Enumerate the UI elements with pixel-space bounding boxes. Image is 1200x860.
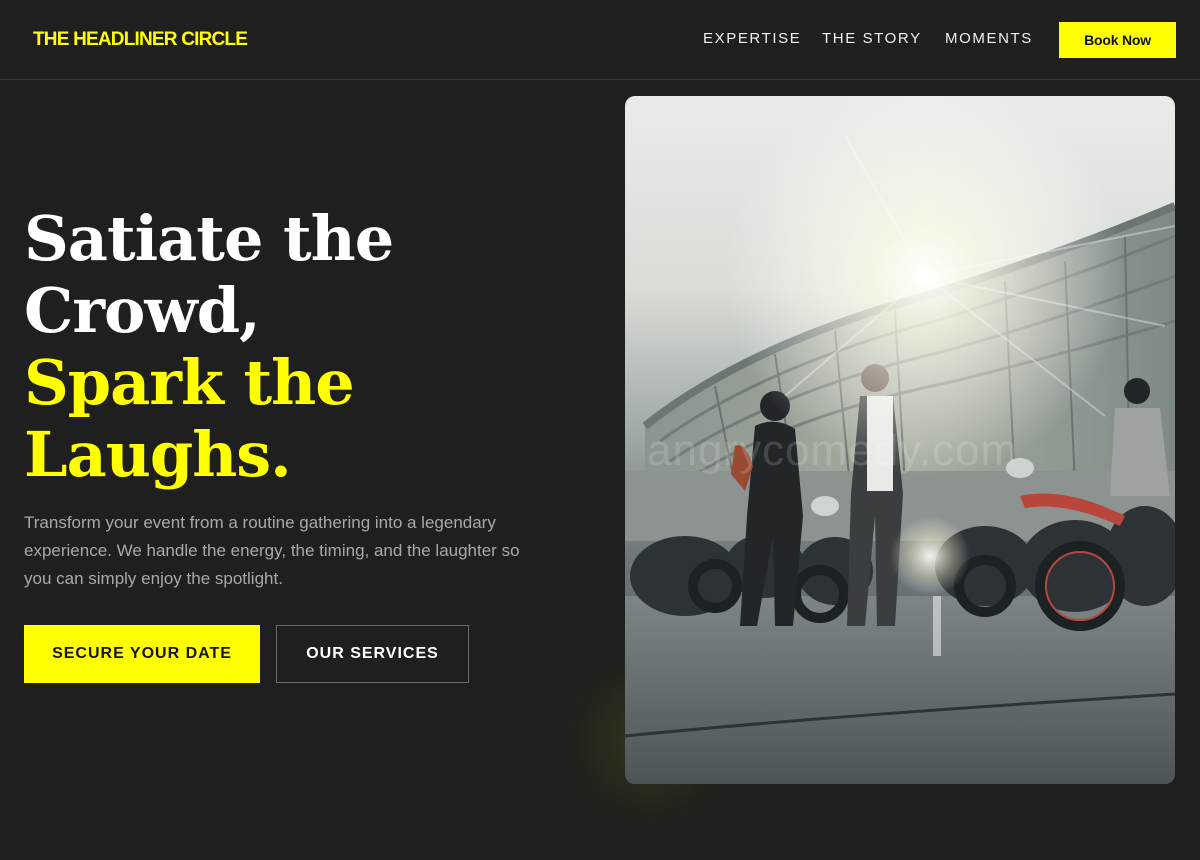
hero-headline: Satiate the Crowd, Spark the Laughs. [24, 203, 464, 491]
book-now-button[interactable]: Book Now [1059, 22, 1176, 58]
image-watermark: angrycomedy.com [647, 426, 1019, 475]
hero-photo: angrycomedy.com [625, 96, 1175, 784]
headline-line-3: Spark the [24, 346, 355, 419]
hero-description: Transform your event from a routine gath… [24, 513, 520, 588]
nav-link-expertise[interactable]: EXPERTISE [703, 29, 801, 49]
nav-link-moments[interactable]: MOMENTS [945, 29, 1033, 49]
headline-line-2: Crowd, [24, 274, 261, 347]
headline-line-4: Laughs. [24, 418, 292, 491]
nav-link-the-story[interactable]: THE STORY [822, 29, 922, 49]
brand-logo[interactable]: THE HEADLINER CIRCLE [33, 28, 248, 52]
headline-line-1: Satiate the [24, 202, 394, 275]
secure-your-date-button[interactable]: SECURE YOUR DATE [24, 625, 260, 683]
site-header: THE HEADLINER CIRCLE EXPERTISE THE STORY… [0, 0, 1200, 80]
our-services-button[interactable]: OUR SERVICES [276, 625, 469, 683]
